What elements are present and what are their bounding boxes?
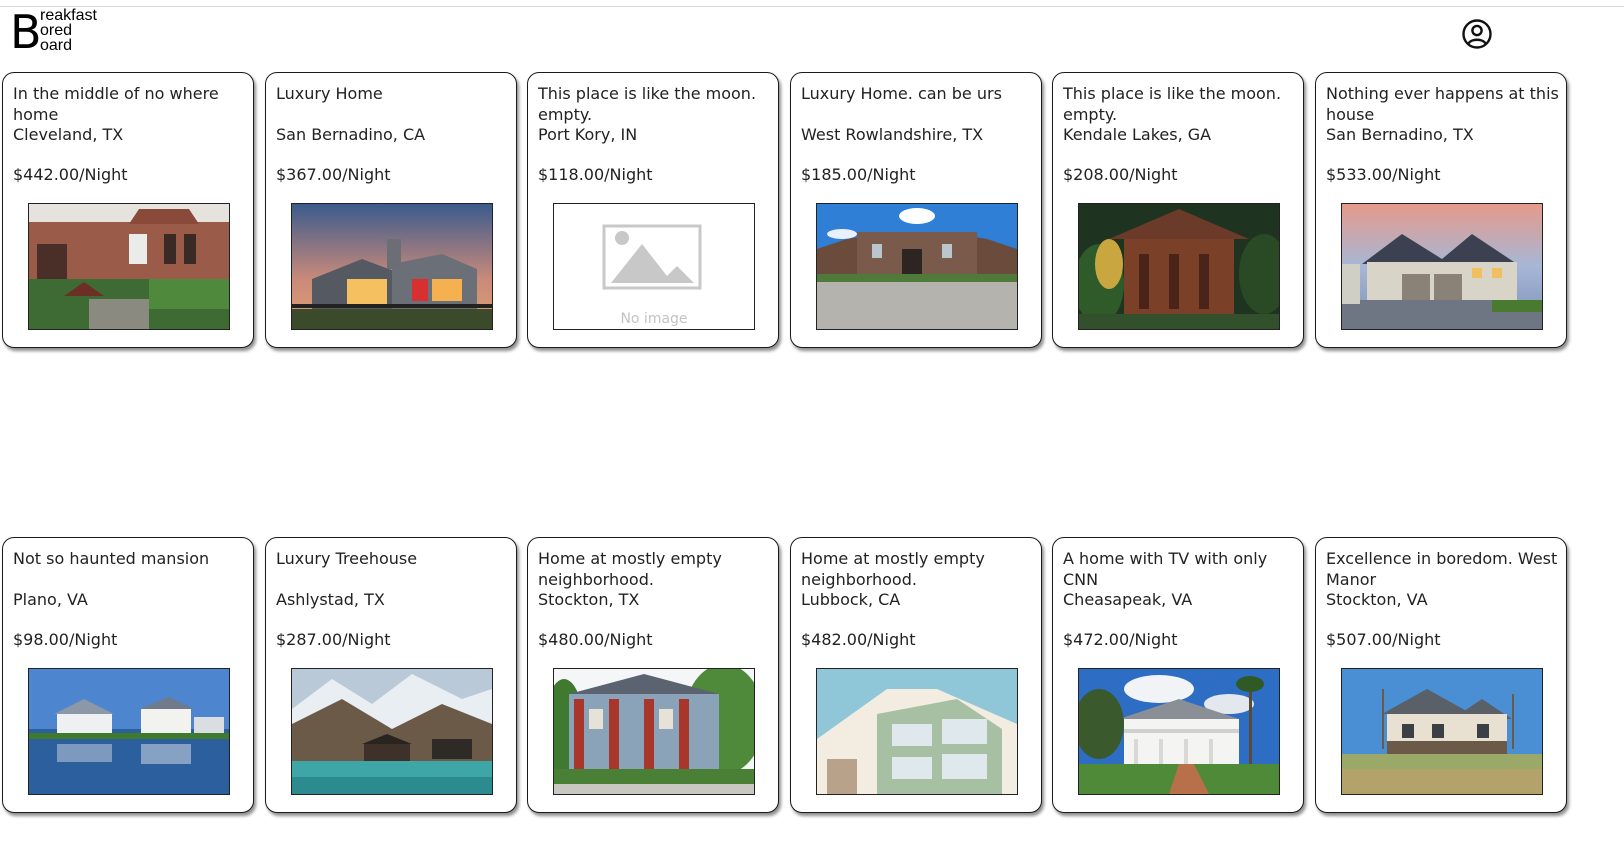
listing-title: In the middle of no where home — [13, 84, 219, 124]
listing-location: Ashlystad, TX — [276, 590, 385, 609]
listing-price: $442.00/Night — [13, 165, 128, 184]
listing-price: $482.00/Night — [801, 630, 916, 649]
listing-location: West Rowlandshire, TX — [801, 125, 984, 144]
listing-photo[interactable] — [28, 203, 230, 330]
listing-photo[interactable] — [1078, 203, 1280, 330]
listing-price: $118.00/Night — [538, 165, 653, 184]
listing-location: Port Kory, IN — [538, 125, 638, 144]
listing-photo-placeholder[interactable]: No image — [553, 203, 755, 330]
listing-title: Luxury Treehouse — [276, 549, 418, 568]
no-image-label: No image — [620, 311, 688, 327]
listing-card[interactable]: Luxury Home San Bernadino, CA $367.00/Ni… — [265, 72, 517, 348]
listing-price: $533.00/Night — [1326, 165, 1441, 184]
listing-price: $480.00/Night — [538, 630, 653, 649]
listing-card[interactable]: Luxury Treehouse Ashlystad, TX $287.00/N… — [265, 537, 517, 813]
listing-photo[interactable] — [291, 668, 493, 795]
listing-title: Home at mostly empty neighborhood. — [538, 549, 722, 589]
listing-photo[interactable] — [816, 668, 1018, 795]
listing-title: Luxury Home. can be urs — [801, 84, 1002, 103]
listing-card[interactable]: Home at mostly empty neighborhood. Lubbo… — [790, 537, 1042, 813]
listing-price: $287.00/Night — [276, 630, 391, 649]
user-circle-icon[interactable] — [1461, 18, 1493, 50]
listing-location: Cheasapeak, VA — [1063, 590, 1193, 609]
listing-price: $472.00/Night — [1063, 630, 1178, 649]
listing-title: Nothing ever happens at this house — [1326, 84, 1559, 124]
listing-card[interactable]: Excellence in boredom. West Manor Stockt… — [1315, 537, 1567, 813]
listing-card[interactable]: This place is like the moon. empty. Port… — [527, 72, 779, 348]
listing-title: Luxury Home — [276, 84, 383, 103]
listing-title: A home with TV with only CNN — [1063, 549, 1268, 589]
top-divider — [0, 6, 1624, 7]
listing-location: Kendale Lakes, GA — [1063, 125, 1212, 144]
listing-location: San Bernadino, CA — [276, 125, 426, 144]
listing-card[interactable]: Home at mostly empty neighborhood. Stock… — [527, 537, 779, 813]
listing-photo[interactable] — [1078, 668, 1280, 795]
brand-logo[interactable]: B reakfast ored oard — [10, 6, 120, 58]
listing-title: Not so haunted mansion — [13, 549, 210, 568]
listing-location: Lubbock, CA — [801, 590, 901, 609]
listing-photo[interactable] — [28, 668, 230, 795]
listing-card[interactable]: A home with TV with only CNN Cheasapeak,… — [1052, 537, 1304, 813]
listing-title: Excellence in boredom. West Manor — [1326, 549, 1558, 589]
listing-card[interactable]: This place is like the moon. empty. Kend… — [1052, 72, 1304, 348]
listing-price: $185.00/Night — [801, 165, 916, 184]
listing-photo[interactable] — [1341, 203, 1543, 330]
listing-location: Cleveland, TX — [13, 125, 124, 144]
listing-price: $208.00/Night — [1063, 165, 1178, 184]
listing-photo[interactable] — [1341, 668, 1543, 795]
listing-card[interactable]: Luxury Home. can be urs West Rowlandshir… — [790, 72, 1042, 348]
listing-location: Plano, VA — [13, 590, 88, 609]
listing-price: $367.00/Night — [276, 165, 391, 184]
logo-word-3: oard — [40, 37, 73, 54]
listing-title: This place is like the moon. empty. — [538, 84, 757, 124]
listing-card[interactable]: Nothing ever happens at this house San B… — [1315, 72, 1567, 348]
listing-card[interactable]: In the middle of no where home Cleveland… — [2, 72, 254, 348]
listing-price: $507.00/Night — [1326, 630, 1441, 649]
listing-price: $98.00/Night — [13, 630, 118, 649]
listing-photo[interactable] — [291, 203, 493, 330]
listing-title: Home at mostly empty neighborhood. — [801, 549, 985, 589]
listing-photo[interactable] — [553, 668, 755, 795]
logo-letter: B — [10, 5, 42, 59]
listing-title: This place is like the moon. empty. — [1063, 84, 1282, 124]
listing-location: Stockton, VA — [1326, 590, 1428, 609]
listing-location: Stockton, TX — [538, 590, 640, 609]
listing-photo[interactable] — [816, 203, 1018, 330]
listing-location: San Bernadino, TX — [1326, 125, 1474, 144]
listing-card[interactable]: Not so haunted mansion Plano, VA $98.00/… — [2, 537, 254, 813]
